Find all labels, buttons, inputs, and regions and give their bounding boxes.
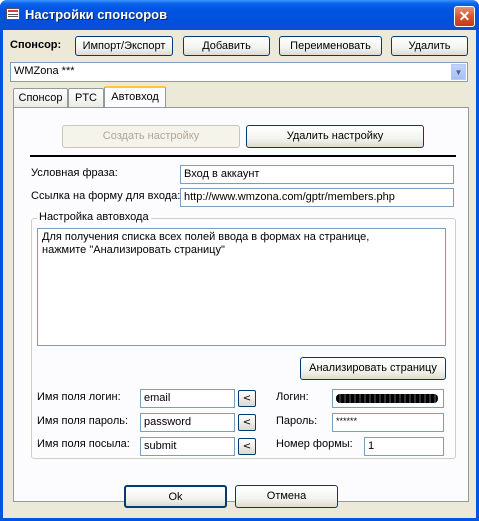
login-field-input[interactable]: email (140, 389, 235, 408)
delete-sponsor-button[interactable]: Удалить (391, 36, 468, 56)
sponsor-dropdown-value: WMZona *** (14, 65, 75, 77)
redacted-login (336, 393, 438, 403)
chevron-down-icon[interactable]: ▼ (451, 64, 466, 80)
form-link-input[interactable]: http://www.wmzona.com/gptr/members.php (180, 188, 454, 207)
form-number-label: Номер формы: (276, 438, 353, 450)
create-setting-button[interactable]: Создать настройку (62, 125, 240, 148)
rename-sponsor-button[interactable]: Переименовать (279, 36, 382, 56)
pick-submit-field-button[interactable]: < (238, 438, 256, 455)
login-label: Логин: (276, 391, 309, 403)
form-link-label: Ссылка на форму для входа: (31, 190, 181, 202)
password-field-input[interactable]: password (140, 413, 235, 432)
sponsor-label: Спонсор: (10, 39, 62, 51)
window-title: Настройки спонсоров (25, 7, 168, 22)
close-button[interactable]: ✕ (454, 6, 475, 27)
login-field-label: Имя поля логин: (37, 391, 121, 403)
tab-autologin[interactable]: Автовход (104, 86, 166, 107)
pick-login-field-button[interactable]: < (238, 390, 256, 407)
form-number-input[interactable]: 1 (364, 437, 444, 456)
phrase-input[interactable]: Вход в аккаунт (180, 165, 454, 184)
submit-field-label: Имя поля посыла: (37, 438, 130, 450)
dialog-body: Спонсор: Импорт/Экспорт Добавить Переиме… (3, 30, 476, 518)
title-bar[interactable]: Настройки спонсоров ✕ (0, 0, 479, 30)
password-label: Пароль: (276, 415, 318, 427)
password-input[interactable]: ****** (332, 413, 444, 432)
info-text-line: нажмите "Анализировать страницу" (42, 244, 225, 256)
settings-window: Настройки спонсоров ✕ Спонсор: Импорт/Эк… (0, 0, 479, 521)
tab-sponsor[interactable]: Спонсор (13, 88, 68, 107)
submit-field-input[interactable]: submit (140, 437, 235, 456)
autologin-panel: Создать настройку Удалить настройку Усло… (13, 107, 469, 502)
groupbox-title: Настройка автовхода (37, 211, 151, 223)
password-field-label: Имя поля пароль: (37, 415, 129, 427)
add-sponsor-button[interactable]: Добавить (183, 36, 270, 56)
app-icon (6, 8, 20, 20)
delete-setting-button[interactable]: Удалить настройку (246, 125, 424, 148)
analyze-page-button[interactable]: Анализировать страницу (300, 357, 446, 380)
ok-button[interactable]: Ok (124, 485, 227, 508)
info-textarea[interactable]: Для получения списка всех полей ввода в … (37, 228, 446, 346)
phrase-label: Условная фраза: (31, 167, 118, 179)
sponsor-dropdown[interactable]: WMZona *** ▼ (10, 62, 468, 82)
pick-password-field-button[interactable]: < (238, 414, 256, 431)
info-text-line: Для получения списка всех полей ввода в … (42, 231, 370, 243)
tab-ptc[interactable]: PTC (68, 88, 104, 107)
login-input[interactable] (332, 389, 444, 408)
cancel-button[interactable]: Отмена (235, 485, 338, 508)
divider (30, 155, 456, 157)
import-export-button[interactable]: Импорт/Экспорт (75, 36, 173, 56)
